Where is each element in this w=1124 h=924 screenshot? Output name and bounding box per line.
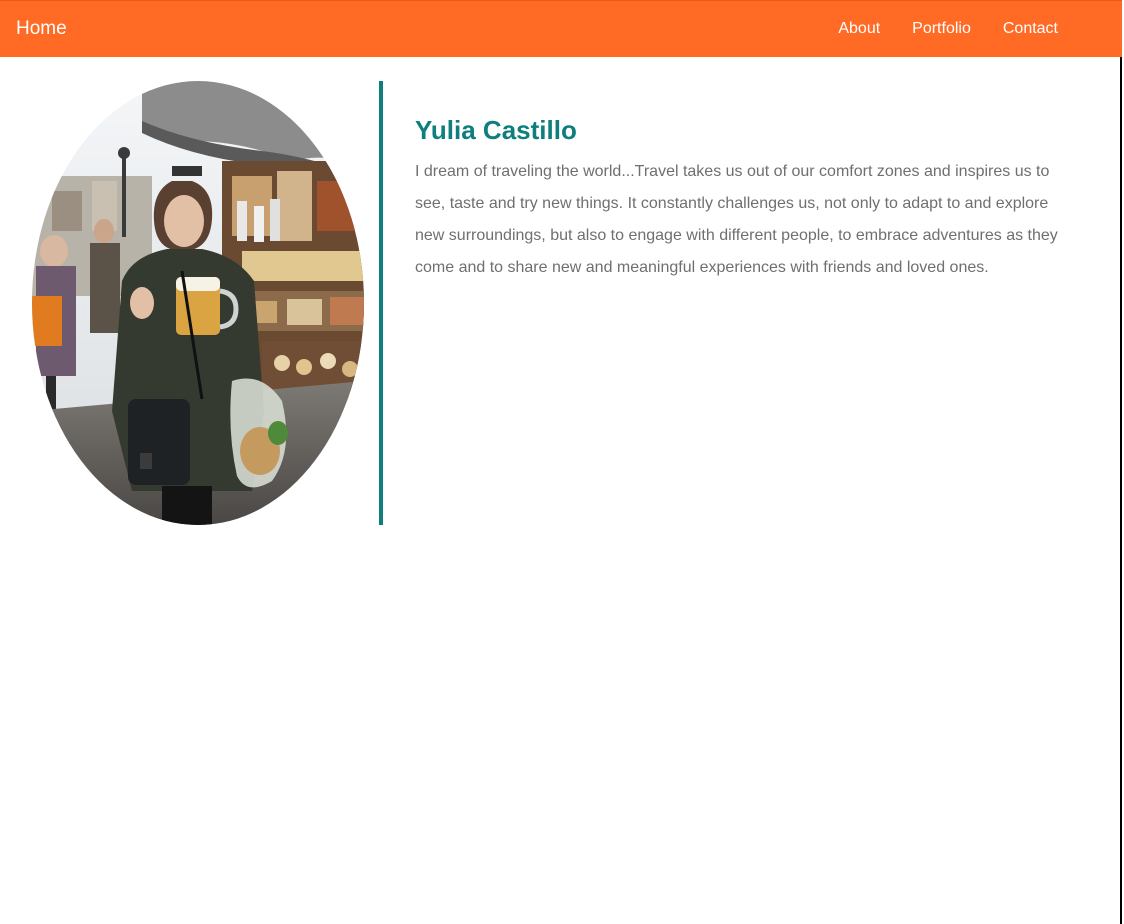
navbar: Home About Portfolio Contact <box>0 0 1122 57</box>
profile-photo <box>32 81 364 525</box>
profile-bio: I dream of traveling the world...Travel … <box>415 163 1058 276</box>
nav-link-contact[interactable]: Contact <box>1003 19 1058 39</box>
nav-link-portfolio[interactable]: Portfolio <box>912 19 971 39</box>
nav-link-about[interactable]: About <box>838 19 880 39</box>
vertical-divider <box>379 81 383 525</box>
profile-photo-image <box>32 81 364 525</box>
page: Home About Portfolio Contact Yulia Casti… <box>0 0 1122 924</box>
profile-content: Yulia Castillo I dream of traveling the … <box>415 113 1075 284</box>
home-link[interactable]: Home <box>16 17 67 41</box>
profile-name: Yulia Castillo <box>415 115 577 145</box>
nav-links: About Portfolio Contact <box>838 19 1058 39</box>
